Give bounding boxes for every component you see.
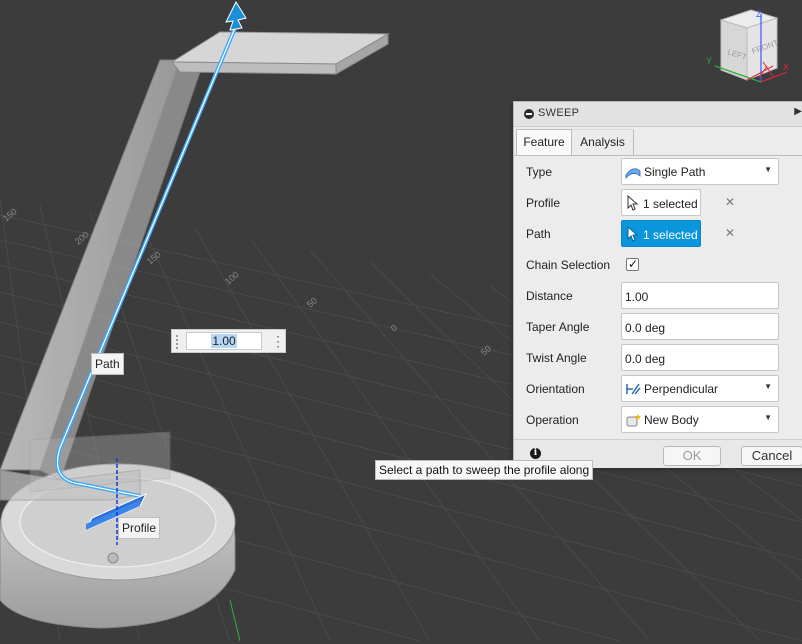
profile-row: Profile 1 selected ✕ bbox=[526, 189, 802, 217]
taper-angle-row: Taper Angle 0.0 deg bbox=[526, 313, 802, 341]
operation-row: Operation New Body ▼ bbox=[526, 406, 802, 434]
collapse-icon[interactable] bbox=[524, 109, 534, 119]
chain-selection-checkbox[interactable]: ✓ bbox=[626, 257, 639, 271]
type-dropdown[interactable]: Single Path ▼ bbox=[621, 158, 779, 185]
profile-clear-icon[interactable]: ✕ bbox=[725, 195, 735, 209]
chevron-down-icon: ▼ bbox=[764, 165, 772, 174]
type-row: Type Single Path ▼ bbox=[526, 158, 802, 186]
type-label: Type bbox=[526, 165, 553, 179]
distance-manipulator-value: 1.00 bbox=[211, 334, 237, 348]
chevron-down-icon: ▼ bbox=[764, 382, 772, 391]
cancel-button[interactable]: Cancel bbox=[741, 446, 802, 466]
dialog-title: SWEEP bbox=[538, 107, 580, 119]
grid-label-150a: 150 bbox=[1, 206, 19, 223]
grid-label-100: 100 bbox=[223, 269, 241, 286]
taper-angle-label: Taper Angle bbox=[526, 320, 590, 334]
sweep-single-path-icon bbox=[625, 168, 641, 179]
grid-label-0: 0 bbox=[389, 323, 399, 334]
twist-angle-label: Twist Angle bbox=[526, 351, 587, 365]
twist-angle-value: 0.0 deg bbox=[625, 352, 666, 366]
lamp-arm bbox=[0, 31, 390, 501]
tab-analysis[interactable]: Analysis bbox=[572, 129, 634, 155]
distance-manipulator-box[interactable]: 1.00 ⋮ bbox=[171, 329, 286, 353]
twist-angle-row: Twist Angle 0.0 deg bbox=[526, 344, 802, 372]
chain-selection-label: Chain Selection bbox=[526, 258, 611, 272]
perpendicular-icon bbox=[626, 383, 641, 395]
cursor-arrow-icon bbox=[627, 226, 639, 242]
orientation-dropdown[interactable]: Perpendicular ▼ bbox=[621, 375, 779, 402]
distance-label: Distance bbox=[526, 289, 573, 303]
info-tooltip: Select a path to sweep the profile along bbox=[375, 460, 594, 480]
more-options-icon[interactable]: ⋮ bbox=[271, 333, 285, 349]
taper-angle-value: 0.0 deg bbox=[625, 321, 666, 335]
cursor-arrow-icon bbox=[627, 195, 639, 211]
ok-button[interactable]: OK bbox=[663, 446, 721, 466]
path-direction-arrow bbox=[225, 0, 247, 31]
distance-input[interactable]: 1.00 bbox=[621, 282, 779, 309]
twist-angle-input[interactable]: 0.0 deg bbox=[621, 344, 779, 371]
path-canvas-label: Path bbox=[91, 353, 124, 375]
path-selection-count: 1 selected bbox=[643, 228, 698, 242]
distance-row: Distance 1.00 bbox=[526, 282, 802, 310]
grid-label-50a: 50 bbox=[305, 295, 319, 309]
checkmark-icon: ✓ bbox=[628, 257, 639, 271]
orientation-row: Orientation Perpendicular ▼ bbox=[526, 375, 802, 403]
path-select-button[interactable]: 1 selected bbox=[621, 220, 701, 247]
dialog-header[interactable]: SWEEP ▶ bbox=[514, 102, 802, 127]
path-label: Path bbox=[526, 227, 551, 241]
tab-feature[interactable]: Feature bbox=[516, 129, 572, 155]
profile-label: Profile bbox=[526, 196, 561, 210]
profile-canvas-label: Profile bbox=[118, 517, 161, 539]
orientation-label: Orientation bbox=[526, 382, 585, 396]
grid-label-50b: 50 bbox=[479, 343, 493, 357]
axis-x-label: X bbox=[783, 62, 789, 72]
distance-manipulator-input[interactable]: 1.00 bbox=[186, 332, 262, 350]
view-cube[interactable]: LEFT FRONT Z Y X bbox=[703, 6, 798, 86]
new-body-icon bbox=[626, 414, 641, 427]
taper-angle-input[interactable]: 0.0 deg bbox=[621, 313, 779, 340]
drag-grip-icon[interactable] bbox=[176, 335, 182, 349]
type-value: Single Path bbox=[644, 165, 706, 179]
profile-select-button[interactable]: 1 selected bbox=[621, 189, 701, 216]
distance-value: 1.00 bbox=[625, 290, 649, 304]
profile-selection-count: 1 selected bbox=[643, 197, 698, 211]
operation-label: Operation bbox=[526, 413, 579, 427]
expand-arrow-icon[interactable]: ▶ bbox=[794, 106, 802, 117]
axis-y-label: Y bbox=[706, 56, 712, 66]
path-row: Path 1 selected ✕ bbox=[526, 220, 802, 248]
orientation-value: Perpendicular bbox=[644, 382, 719, 396]
chain-selection-row: Chain Selection ✓ bbox=[526, 251, 802, 279]
operation-dropdown[interactable]: New Body ▼ bbox=[621, 406, 779, 433]
axis-z-label: Z bbox=[756, 9, 762, 19]
operation-value: New Body bbox=[644, 413, 699, 427]
path-clear-icon[interactable]: ✕ bbox=[725, 226, 735, 240]
info-icon[interactable]: i bbox=[530, 448, 541, 459]
sweep-dialog: SWEEP ▶ Feature Analysis Type Single Pat… bbox=[513, 101, 802, 468]
chevron-down-icon: ▼ bbox=[764, 413, 772, 422]
